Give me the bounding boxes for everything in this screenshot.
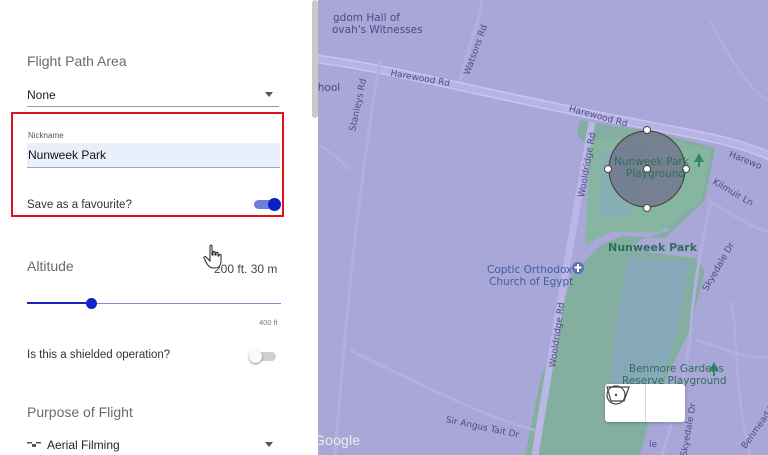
polygon-tool-button[interactable] bbox=[606, 384, 686, 422]
purpose-value: Aerial Filming bbox=[47, 437, 120, 452]
altitude-slider[interactable] bbox=[27, 298, 281, 310]
toggle-knob bbox=[249, 350, 262, 363]
altitude-title: Altitude bbox=[27, 258, 74, 274]
shielded-label: Is this a shielded operation? bbox=[27, 349, 171, 361]
resize-handle bbox=[604, 165, 612, 173]
park-pin-icon bbox=[694, 153, 704, 167]
flight-path-title: Flight Path Area bbox=[27, 53, 127, 69]
flight-path-value: None bbox=[27, 87, 56, 102]
dropdown-arrow-icon bbox=[265, 442, 273, 447]
resize-handle bbox=[643, 204, 651, 212]
altitude-max-label: 400 ft bbox=[259, 318, 278, 327]
dropdown-arrow-icon bbox=[265, 92, 273, 97]
favourite-label: Save as a favourite? bbox=[27, 199, 132, 211]
flight-path-select[interactable]: None bbox=[27, 83, 279, 107]
nickname-label: Nickname bbox=[28, 131, 64, 140]
map-view[interactable]: gdom Hall of ovah's Witnesses chool Hare… bbox=[310, 0, 768, 455]
map-label-church: Church of Egypt bbox=[489, 276, 574, 288]
map-label-hall: gdom Hall of bbox=[333, 12, 400, 24]
nickname-highlight-box: Nickname Save as a favourite? bbox=[11, 112, 284, 217]
drone-icon bbox=[27, 441, 41, 447]
flight-settings-panel: Flight Path Area None Nickname Save as a… bbox=[0, 0, 318, 455]
favourite-toggle[interactable] bbox=[254, 198, 281, 211]
purpose-title: Purpose of Flight bbox=[27, 404, 133, 420]
resize-handle bbox=[643, 126, 651, 134]
shielded-toggle[interactable] bbox=[249, 350, 276, 363]
street-label: le bbox=[649, 440, 658, 450]
map-label-playground: Nunweek Park bbox=[614, 156, 689, 168]
google-attribution: Google bbox=[314, 432, 361, 448]
hand-cursor-icon bbox=[203, 244, 222, 269]
nickname-input[interactable] bbox=[27, 143, 280, 168]
map-label-hall: ovah's Witnesses bbox=[332, 24, 423, 36]
map-label-benmore: Benmore Gardens bbox=[629, 363, 724, 375]
church-pin-icon bbox=[572, 262, 584, 274]
map-label-church: Coptic Orthodox bbox=[487, 264, 573, 276]
draw-tools bbox=[605, 384, 685, 422]
polygon-draw-icon bbox=[606, 386, 630, 402]
toggle-knob bbox=[268, 198, 281, 211]
map-label-playground: Playground bbox=[626, 168, 686, 180]
slider-thumb[interactable] bbox=[85, 298, 97, 309]
map-label-park: Nunweek Park bbox=[608, 241, 698, 254]
purpose-select[interactable]: Aerial Filming bbox=[27, 433, 279, 455]
slider-fill bbox=[27, 302, 91, 304]
